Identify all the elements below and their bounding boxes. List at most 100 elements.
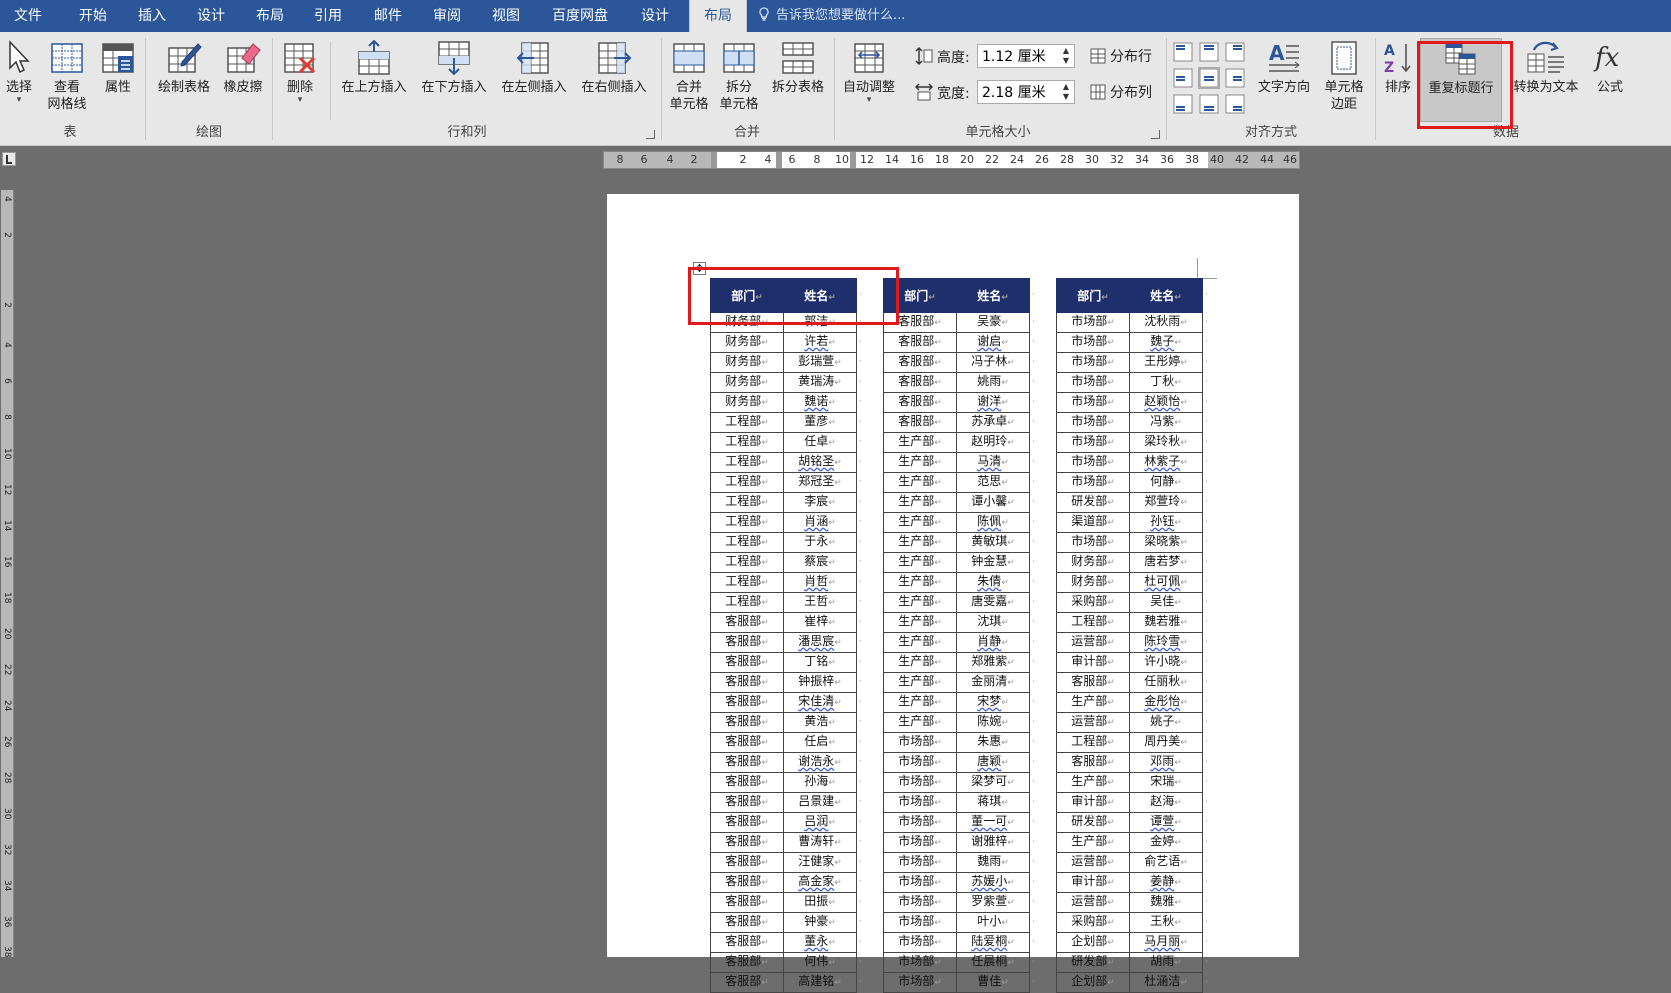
department-cell[interactable]: 运营部↵ [1056,852,1130,873]
department-cell[interactable]: 生产部↵ [883,532,957,553]
department-cell[interactable]: 生产部↵ [883,512,957,533]
name-cell[interactable]: 谢启↵ [956,332,1030,353]
name-cell[interactable]: 谭萱↵ [1129,812,1203,833]
merge-cells-button[interactable]: 合并 单元格 [664,38,714,122]
vertical-ruler[interactable]: 4 2 2 4 6 8 10 12 14 16 18 20 22 24 26 2… [1,190,14,957]
department-cell[interactable]: 客服部↵ [710,812,784,833]
department-cell[interactable]: 客服部↵ [710,912,784,933]
column-width-input[interactable] [978,81,1058,103]
department-cell[interactable]: 运营部↵ [1056,632,1130,653]
table-properties-button[interactable]: 属性 [96,38,140,122]
name-cell[interactable]: 胡铭圣↵ [783,452,857,473]
name-cell[interactable]: 谢浩永↵ [783,752,857,773]
header-cell-department[interactable]: 部门↵ [883,278,957,313]
name-cell[interactable]: 马清↵ [956,452,1030,473]
department-cell[interactable]: 工程部↵ [710,592,784,613]
row-height-spinner[interactable]: ▲▼ [977,44,1075,68]
department-cell[interactable]: 财务部↵ [710,372,784,393]
align-top-center-button[interactable] [1198,41,1220,63]
name-cell[interactable]: 高金家↵ [783,872,857,893]
name-cell[interactable]: 胡雨↵ [1129,952,1203,973]
dialog-launcher-icon[interactable] [1151,130,1160,139]
header-cell-name[interactable]: 姓名↵ [956,278,1030,313]
department-cell[interactable]: 工程部↵ [710,512,784,533]
name-cell[interactable]: 林紫子↵ [1129,452,1203,473]
tab-references[interactable]: 引用 [303,0,353,32]
name-cell[interactable]: 任丽秋↵ [1129,672,1203,693]
name-cell[interactable]: 姜静↵ [1129,872,1203,893]
name-cell[interactable]: 魏雅↵ [1129,892,1203,913]
align-bottom-center-button[interactable] [1198,93,1220,115]
department-cell[interactable]: 市场部↵ [883,912,957,933]
align-top-left-button[interactable] [1172,41,1194,63]
department-cell[interactable]: 市场部↵ [1056,452,1130,473]
name-cell[interactable]: 李宸↵ [783,492,857,513]
view-gridlines-button[interactable]: 查看 网格线 [42,38,92,122]
department-cell[interactable]: 审计部↵ [1056,652,1130,673]
name-cell[interactable]: 宋佳清↵ [783,692,857,713]
formula-button[interactable]: fx 公式 [1588,38,1632,122]
department-cell[interactable]: 财务部↵ [710,352,784,373]
department-cell[interactable]: 工程部↵ [710,572,784,593]
column-width-spinner[interactable]: ▲▼ [977,80,1075,104]
tab-page-layout[interactable]: 布局 [245,0,295,32]
split-table-button[interactable]: 拆分表格 [766,38,830,122]
align-middle-left-button[interactable] [1172,67,1194,89]
name-cell[interactable]: 邓雨↵ [1129,752,1203,773]
department-cell[interactable]: 市场部↵ [883,952,957,973]
name-cell[interactable]: 赵明玲↵ [956,432,1030,453]
name-cell[interactable]: 陈玲雪↵ [1129,632,1203,653]
row-height-input[interactable] [978,45,1058,67]
align-bottom-right-button[interactable] [1224,93,1246,115]
document-page[interactable]: ✥ 部门↵ 姓名↵ · 财务部↵ 郭洁↵ · 财务部↵ 许若↵ · 财务部↵ 彭瑞萱↵ · 财务部… [607,194,1299,993]
name-cell[interactable]: 王秋↵ [1129,912,1203,933]
name-cell[interactable]: 谢洋↵ [956,392,1030,413]
name-cell[interactable]: 郭洁↵ [783,312,857,333]
department-cell[interactable]: 生产部↵ [883,552,957,573]
name-cell[interactable]: 许若↵ [783,332,857,353]
department-cell[interactable]: 审计部↵ [1056,872,1130,893]
department-cell[interactable]: 生产部↵ [1056,692,1130,713]
department-cell[interactable]: 生产部↵ [883,592,957,613]
name-cell[interactable]: 马月丽↵ [1129,932,1203,953]
department-cell[interactable]: 审计部↵ [1056,792,1130,813]
name-cell[interactable]: 朱倩↵ [956,572,1030,593]
department-cell[interactable]: 市场部↵ [883,752,957,773]
name-cell[interactable]: 曹佳↵ [956,972,1030,993]
name-cell[interactable]: 王彤婷↵ [1129,352,1203,373]
tab-view[interactable]: 视图 [481,0,531,32]
department-cell[interactable]: 生产部↵ [883,652,957,673]
indent-marker[interactable] [711,152,717,168]
tab-baidu-netdisk[interactable]: 百度网盘 [544,0,616,32]
repeat-header-rows-button[interactable]: 重复标题行 [1420,38,1502,122]
name-cell[interactable]: 谭小馨↵ [956,492,1030,513]
name-cell[interactable]: 朱惠↵ [956,732,1030,753]
department-cell[interactable]: 客服部↵ [710,672,784,693]
name-cell[interactable]: 肖静↵ [956,632,1030,653]
tab-mailings[interactable]: 邮件 [363,0,413,32]
department-cell[interactable]: 采购部↵ [1056,592,1130,613]
department-cell[interactable]: 工程部↵ [1056,612,1130,633]
name-cell[interactable]: 何伟↵ [783,952,857,973]
tab-file[interactable]: 文件 [0,0,56,32]
tab-review[interactable]: 审阅 [422,0,472,32]
department-cell[interactable]: 生产部↵ [883,612,957,633]
department-cell[interactable]: 市场部↵ [1056,532,1130,553]
name-cell[interactable]: 崔梓↵ [783,612,857,633]
department-cell[interactable]: 市场部↵ [883,892,957,913]
name-cell[interactable]: 谢雅梓↵ [956,832,1030,853]
name-cell[interactable]: 郑冠圣↵ [783,472,857,493]
name-cell[interactable]: 钟金慧↵ [956,552,1030,573]
department-cell[interactable]: 客服部↵ [1056,672,1130,693]
align-middle-center-button[interactable] [1198,67,1220,89]
department-cell[interactable]: 市场部↵ [1056,352,1130,373]
department-cell[interactable]: 财务部↵ [1056,552,1130,573]
department-cell[interactable]: 生产部↵ [883,472,957,493]
align-bottom-left-button[interactable] [1172,93,1194,115]
eraser-button[interactable]: 橡皮擦 [218,38,268,122]
department-cell[interactable]: 客服部↵ [1056,752,1130,773]
name-cell[interactable]: 沈琪↵ [956,612,1030,633]
name-cell[interactable]: 黄敏琪↵ [956,532,1030,553]
spinner-arrows-icon[interactable]: ▲ ▼ [1060,46,1072,66]
department-cell[interactable]: 客服部↵ [710,972,784,993]
